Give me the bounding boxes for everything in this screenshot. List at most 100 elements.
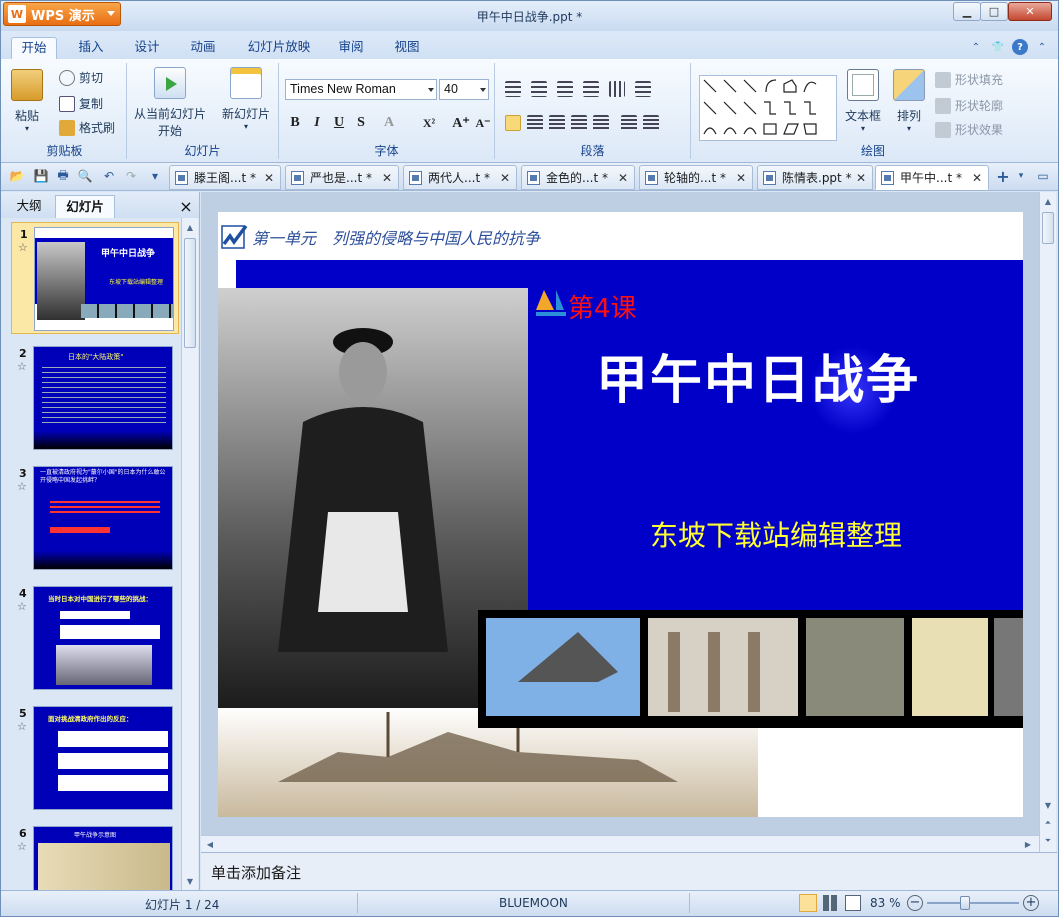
notes-placeholder[interactable]: 单击添加备注 [211, 862, 301, 883]
align-left-icon[interactable] [505, 115, 521, 131]
shape-gallery[interactable] [699, 75, 837, 141]
font-name-select[interactable]: Times New Roman [285, 79, 437, 100]
bullet-list-icon[interactable] [505, 81, 521, 97]
slide-title[interactable]: 甲午中日战争 [596, 338, 920, 413]
close-icon[interactable]: ✕ [856, 171, 866, 185]
scroll-left-icon[interactable]: ◀ [203, 837, 217, 851]
close-button[interactable]: ✕ [1008, 2, 1052, 21]
increase-indent-icon[interactable] [583, 81, 599, 97]
thumbnail-scrollbar[interactable]: ▲ ▼ [181, 218, 198, 890]
cut-button[interactable]: 剪切 [59, 69, 103, 86]
close-icon[interactable]: ✕ [972, 171, 982, 185]
copy-button[interactable]: 复制 [59, 95, 103, 112]
format-painter-button[interactable]: 格式刷 [59, 119, 115, 136]
tab-insert[interactable]: 插入 [69, 37, 113, 59]
numbered-list-icon[interactable] [531, 81, 547, 97]
close-icon[interactable]: ✕ [264, 171, 274, 185]
close-icon[interactable]: ✕ [500, 171, 510, 185]
help-icon[interactable]: ? [1012, 39, 1028, 55]
superscript-button[interactable]: X² [419, 113, 439, 133]
slide-thumbnail[interactable]: 2 ☆ 日本的"大陆政策" [11, 342, 179, 454]
save-icon[interactable]: 💾 [33, 168, 49, 184]
slideshow-view-icon[interactable] [845, 895, 861, 911]
shape-effect-button[interactable]: 形状效果 [935, 121, 1003, 138]
print-icon[interactable]: 🖶 [55, 168, 71, 184]
close-icon[interactable]: ✕ [618, 171, 628, 185]
slide-thumbnail[interactable]: 5 ☆ 面对挑战清政府作出的反应： [11, 702, 179, 814]
slide-scrollbar[interactable]: ▲ ▼ ⏶ ⏷ [1039, 192, 1056, 852]
scroll-thumb[interactable] [184, 238, 196, 348]
skin-icon[interactable]: 👕 [990, 39, 1006, 55]
scroll-thumb[interactable] [1042, 212, 1054, 244]
close-panel-button[interactable]: × [177, 196, 195, 219]
close-icon[interactable]: ✕ [736, 171, 746, 185]
scroll-right-icon[interactable]: ▶ [1021, 837, 1035, 851]
text-direction-icon[interactable] [609, 81, 625, 97]
slide-sorter-icon[interactable] [823, 895, 839, 911]
shadow-button[interactable]: S [351, 113, 371, 133]
unit-title[interactable]: 第一单元 列强的侵略与中国人民的抗争 [252, 225, 540, 249]
align-center-icon[interactable] [527, 115, 543, 131]
doc-tab[interactable]: 滕王阁...t * ✕ [169, 165, 281, 190]
zoom-in-icon[interactable]: + [1023, 895, 1039, 911]
current-slide[interactable]: 第一单元 列强的侵略与中国人民的抗争 第4课 甲午中日战争 东坡下载站编辑整理 [218, 212, 1023, 817]
slide-thumbnail[interactable]: 1 ☆ 甲午中日战争 东坡下载站编辑整理 [11, 222, 179, 334]
tab-outline[interactable]: 大纲 [5, 195, 53, 218]
paste-button[interactable]: 粘贴 ▾ [11, 69, 43, 133]
shape-fill-button[interactable]: 形状填充 [935, 71, 1003, 88]
previous-slide-icon[interactable]: ⏶ [1041, 816, 1055, 830]
slide-thumbnail[interactable]: 4 ☆ 当时日本对中国进行了哪些的挑战： [11, 582, 179, 694]
doc-tab[interactable]: 两代人...t * ✕ [403, 165, 517, 190]
zoom-slider[interactable] [927, 896, 1019, 910]
layout-toggle-icon[interactable]: ▭ [1035, 168, 1051, 184]
customize-toolbar-icon[interactable]: ▾ [147, 168, 163, 184]
redo-icon[interactable]: ↷ [123, 168, 139, 184]
tab-design[interactable]: 设计 [125, 37, 169, 59]
undo-icon[interactable]: ↶ [101, 168, 117, 184]
scroll-up-icon[interactable]: ▲ [1041, 194, 1055, 208]
new-tab-button[interactable]: + [995, 167, 1011, 186]
tab-slides[interactable]: 幻灯片 [55, 195, 115, 218]
next-slide-icon[interactable]: ⏷ [1041, 834, 1055, 848]
shrink-font-button[interactable]: A⁻ [473, 113, 493, 133]
doc-tab-active[interactable]: 甲午中...t * ✕ [875, 165, 989, 190]
font-size-select[interactable]: 40 [439, 79, 489, 100]
slide-subtitle[interactable]: 东坡下载站编辑整理 [650, 514, 902, 554]
textbox-button[interactable]: 文本框 ▾ [841, 69, 885, 133]
justify-icon[interactable] [571, 115, 587, 131]
lesson-number[interactable]: 第4课 [568, 288, 637, 325]
maximize-button[interactable]: □ [980, 2, 1008, 21]
scroll-down-icon[interactable]: ▼ [183, 874, 197, 888]
expand-up-icon[interactable]: ⌃ [968, 39, 984, 55]
normal-view-icon[interactable] [799, 894, 817, 912]
tab-review[interactable]: 审阅 [331, 37, 371, 59]
arrange-button[interactable]: 排列 ▾ [889, 69, 929, 133]
vertical-align-icon[interactable] [635, 81, 651, 97]
doc-tab[interactable]: 金色的...t * ✕ [521, 165, 635, 190]
tab-slideshow[interactable]: 幻灯片放映 [239, 37, 319, 59]
scroll-up-icon[interactable]: ▲ [183, 220, 197, 234]
doc-tab[interactable]: 严也是...t * ✕ [285, 165, 399, 190]
distributed-icon[interactable] [593, 115, 609, 131]
line-spacing-icon[interactable] [621, 115, 637, 131]
bold-button[interactable]: B [285, 113, 305, 133]
horizontal-scrollbar[interactable]: ◀ ▶ [201, 835, 1039, 852]
tab-home[interactable]: 开始 [11, 37, 57, 59]
close-icon[interactable]: ✕ [382, 171, 392, 185]
open-folder-icon[interactable]: 📂 [9, 168, 25, 184]
doc-tab[interactable]: 轮轴的...t * ✕ [639, 165, 753, 190]
tab-view[interactable]: 视图 [385, 37, 429, 59]
font-color-button[interactable]: A [379, 113, 399, 133]
italic-button[interactable]: I [307, 113, 327, 133]
slide-thumbnail[interactable]: 6 ☆ 甲午战争示意图 [11, 822, 179, 890]
shape-outline-button[interactable]: 形状轮廓 [935, 97, 1003, 114]
print-preview-icon[interactable]: 🔍 [77, 168, 93, 184]
underline-button[interactable]: U [329, 113, 349, 133]
zoom-slider-knob[interactable] [960, 896, 971, 910]
collapse-ribbon-icon[interactable]: ⌃ [1034, 39, 1050, 55]
minimize-button[interactable]: ▁ [953, 2, 981, 21]
align-right-icon[interactable] [549, 115, 565, 131]
notes-pane[interactable]: 单击添加备注 [201, 852, 1057, 890]
tab-animation[interactable]: 动画 [181, 37, 225, 59]
new-slide-button[interactable]: 新幻灯片 ▾ [217, 67, 275, 131]
